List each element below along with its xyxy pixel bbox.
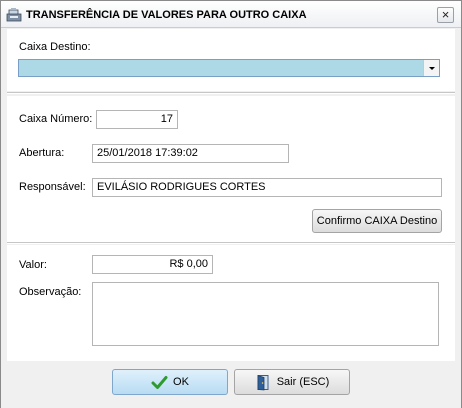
dialog-title: TRANSFERÊNCIA DE VALORES PARA OUTRO CAIX… [26,9,307,21]
close-button[interactable]: × [437,7,454,23]
section-divider [7,92,455,94]
close-icon: × [441,7,450,22]
section-divider [7,242,455,244]
responsavel-label: Responsável: [19,181,86,193]
cash-register-icon [6,8,22,22]
caixa-destino-select[interactable] [18,59,440,77]
exit-label: Sair (ESC) [276,376,330,388]
abertura-label: Abertura: [19,147,65,159]
valor-field[interactable]: R$ 0,00 [92,255,213,274]
transfer-dialog: TRANSFERÊNCIA DE VALORES PARA OUTRO CAIX… [0,0,462,408]
valor-label: Valor: [19,259,47,271]
abertura-field[interactable]: 25/01/2018 17:39:02 [92,144,289,163]
ok-button[interactable]: OK [112,369,228,395]
ok-label: OK [173,376,189,388]
confirm-caixa-destino-button[interactable]: Confirmo CAIXA Destino [312,209,442,233]
chevron-down-icon[interactable] [423,60,439,76]
button-bar [1,362,461,408]
checkmark-icon [151,375,168,389]
exit-door-icon [257,374,269,390]
exit-button[interactable]: Sair (ESC) [234,369,350,395]
caixa-numero-field[interactable]: 17 [96,110,178,129]
title-bar: TRANSFERÊNCIA DE VALORES PARA OUTRO CAIX… [1,1,461,28]
responsavel-field[interactable]: EVILÁSIO RODRIGUES CORTES [92,178,442,197]
observacao-textarea[interactable] [92,282,439,346]
caixa-numero-label: Caixa Número: [19,113,93,125]
observacao-label: Observação: [19,286,82,298]
caixa-destino-label: Caixa Destino: [19,41,91,53]
